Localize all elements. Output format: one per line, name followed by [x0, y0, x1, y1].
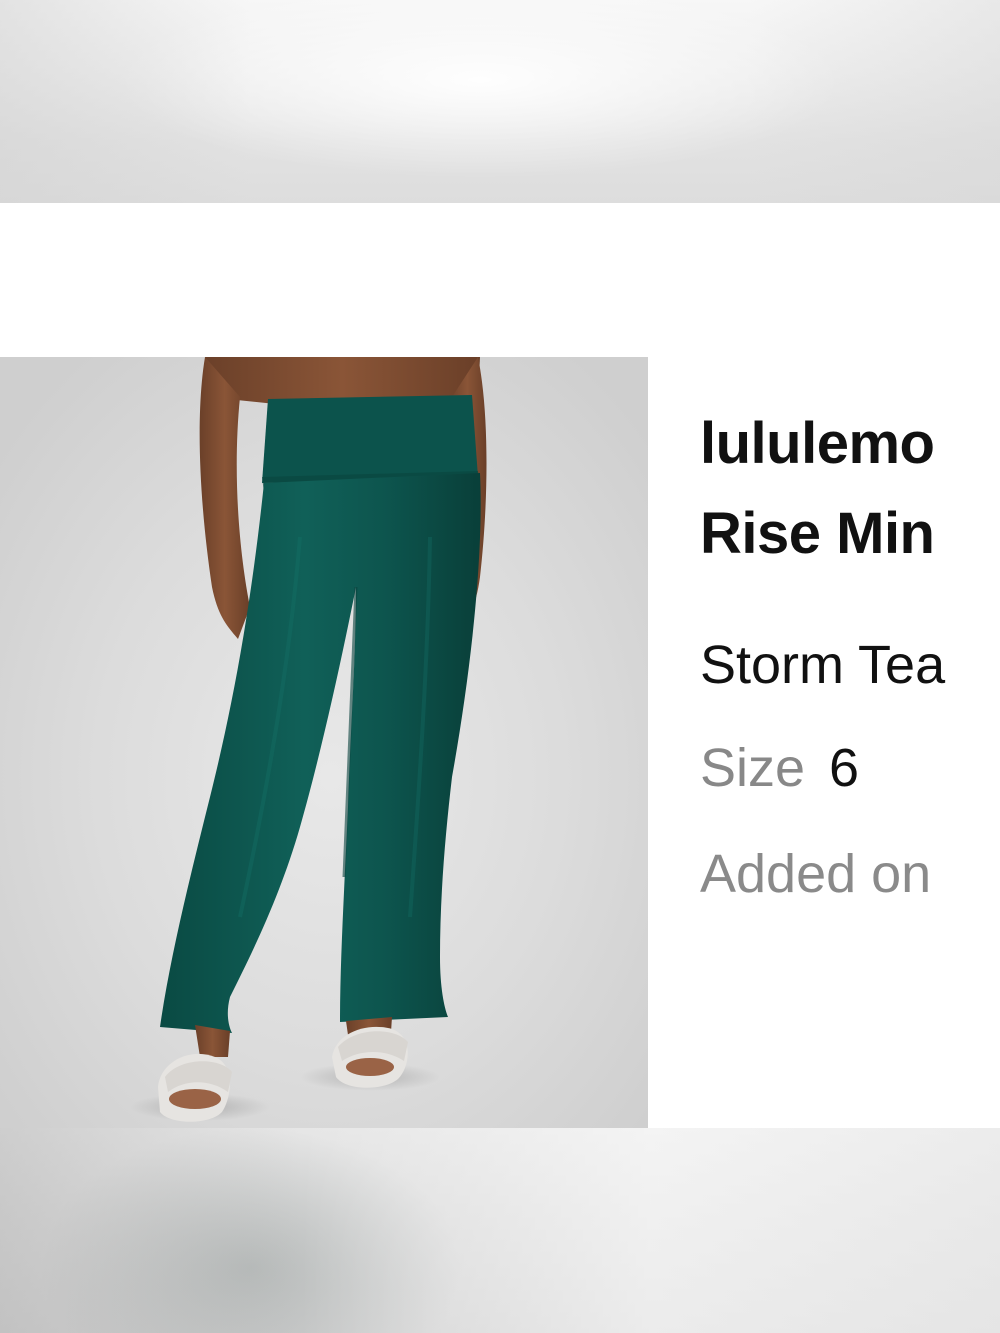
size-label: Size — [700, 738, 806, 798]
added-on-label: Added on — [700, 844, 932, 904]
blurred-background-top — [0, 0, 1000, 203]
product-color: Storm Tea — [700, 635, 946, 695]
product-info: lululemo Rise Min Storm Tea Size 6 Added … — [700, 400, 1000, 920]
product-title-line-1[interactable]: lululemo — [700, 400, 935, 488]
left-sandal — [158, 1053, 232, 1122]
right-sandal — [332, 1026, 408, 1088]
size-value: 6 — [829, 738, 860, 798]
blurred-background-bottom — [0, 1128, 1000, 1333]
product-title-line-2[interactable]: Rise Min — [700, 490, 935, 578]
product-size-row: Size 6 — [700, 738, 859, 798]
pants-waistband — [262, 395, 478, 483]
product-image[interactable] — [0, 357, 648, 1128]
